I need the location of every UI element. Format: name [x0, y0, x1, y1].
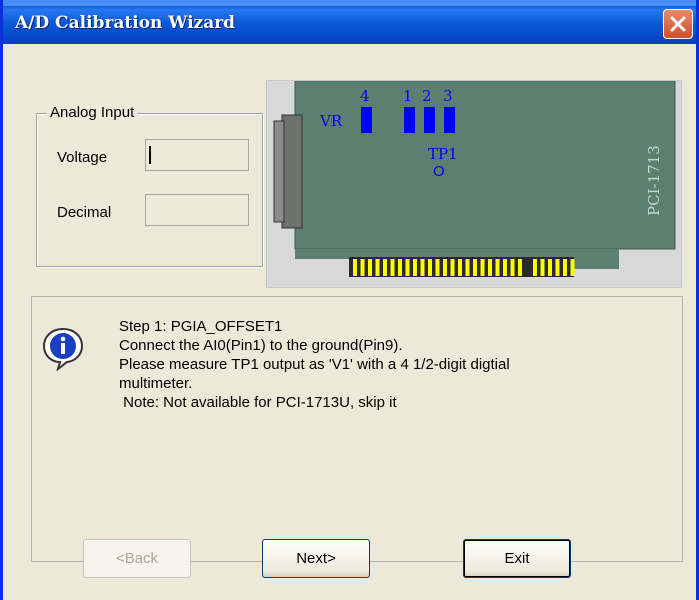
- text-caret: [149, 146, 151, 164]
- voltage-label: Voltage: [57, 149, 108, 166]
- edge-connector-pin: [360, 259, 365, 276]
- edge-connector-pin: [465, 259, 470, 276]
- back-button[interactable]: <Back: [83, 539, 191, 578]
- client-area: Analog Input Voltage Decimal 4 1 2 3 VR …: [3, 44, 696, 600]
- vr-2-marker: [424, 107, 435, 133]
- close-icon: [670, 16, 686, 32]
- edge-connector-pin: [398, 259, 402, 276]
- tp1-label: TP1: [428, 145, 458, 163]
- bracket-connector: [281, 114, 303, 229]
- board-body: [294, 80, 676, 250]
- board-model-label: PCI-1713: [645, 145, 663, 216]
- edge-connector-pin: [563, 259, 567, 276]
- tp1-marker: O: [433, 163, 445, 180]
- edge-connector-pin: [368, 259, 372, 276]
- vr-number-4: 4: [360, 87, 370, 105]
- info-icon: [42, 327, 84, 371]
- edge-connector-pin: [405, 259, 410, 276]
- edge-connector-pin: [495, 259, 500, 276]
- vr-4-marker: [361, 107, 372, 133]
- edge-connector-pin: [375, 259, 380, 276]
- edge-connector-pin: [458, 259, 462, 276]
- edge-connector-pin: [488, 259, 492, 276]
- decimal-field[interactable]: [145, 194, 249, 226]
- calibration-wizard-window: A/D Calibration Wizard Analog Input Volt…: [0, 0, 699, 600]
- edge-connector-pin: [473, 259, 477, 276]
- vr-number-3: 3: [443, 87, 453, 105]
- board-diagram-area: 4 1 2 3 VR TP1 O PCI-1713: [266, 80, 682, 288]
- edge-connector-pin: [548, 259, 552, 276]
- edge-connector-pin: [428, 259, 432, 276]
- pci-1713-board-diagram: 4 1 2 3 VR TP1 O PCI-1713: [273, 80, 676, 277]
- vr-3-marker: [444, 107, 455, 133]
- edge-connector-pin: [420, 259, 425, 276]
- edge-connector-pin: [533, 259, 537, 276]
- edge-connector-pin: [510, 259, 515, 276]
- edge-connector-pin: [383, 259, 387, 276]
- edge-connector-pin: [480, 259, 485, 276]
- edge-connector-pin: [450, 259, 455, 276]
- edge-connector-pin: [390, 259, 395, 276]
- edge-connector-pin: [570, 259, 575, 276]
- bracket-edge: [273, 120, 285, 223]
- title-bar[interactable]: A/D Calibration Wizard: [3, 0, 696, 44]
- edge-connector-pin: [518, 259, 522, 276]
- voltage-field[interactable]: [145, 139, 249, 171]
- step-instructions: Step 1: PGIA_OFFSET1 Connect the AI0(Pin…: [119, 318, 510, 411]
- close-button[interactable]: [663, 9, 693, 39]
- edge-connector-pin: [555, 259, 560, 276]
- edge-connector-pins: [349, 257, 575, 277]
- instruction-panel: Step 1: PGIA_OFFSET1 Connect the AI0(Pin…: [31, 296, 683, 562]
- vr-label: VR: [319, 112, 343, 130]
- analog-input-group: Analog Input Voltage Decimal: [36, 104, 263, 267]
- analog-input-group-label: Analog Input: [47, 104, 138, 121]
- edge-connector-pin: [413, 259, 417, 276]
- edge-connector-pin: [353, 259, 357, 276]
- vr-1-marker: [404, 107, 415, 133]
- edge-connector-pin: [435, 259, 440, 276]
- vr-number-1: 1: [403, 87, 413, 105]
- window-title: A/D Calibration Wizard: [15, 13, 236, 33]
- next-button[interactable]: Next>: [262, 539, 370, 578]
- exit-button[interactable]: Exit: [463, 539, 571, 578]
- decimal-label: Decimal: [57, 204, 112, 221]
- board-tab-left: [295, 249, 355, 259]
- edge-connector-pin: [540, 259, 545, 276]
- vr-number-2: 2: [422, 87, 432, 105]
- edge-connector-pin: [503, 259, 507, 276]
- edge-connector-pin: [443, 259, 447, 276]
